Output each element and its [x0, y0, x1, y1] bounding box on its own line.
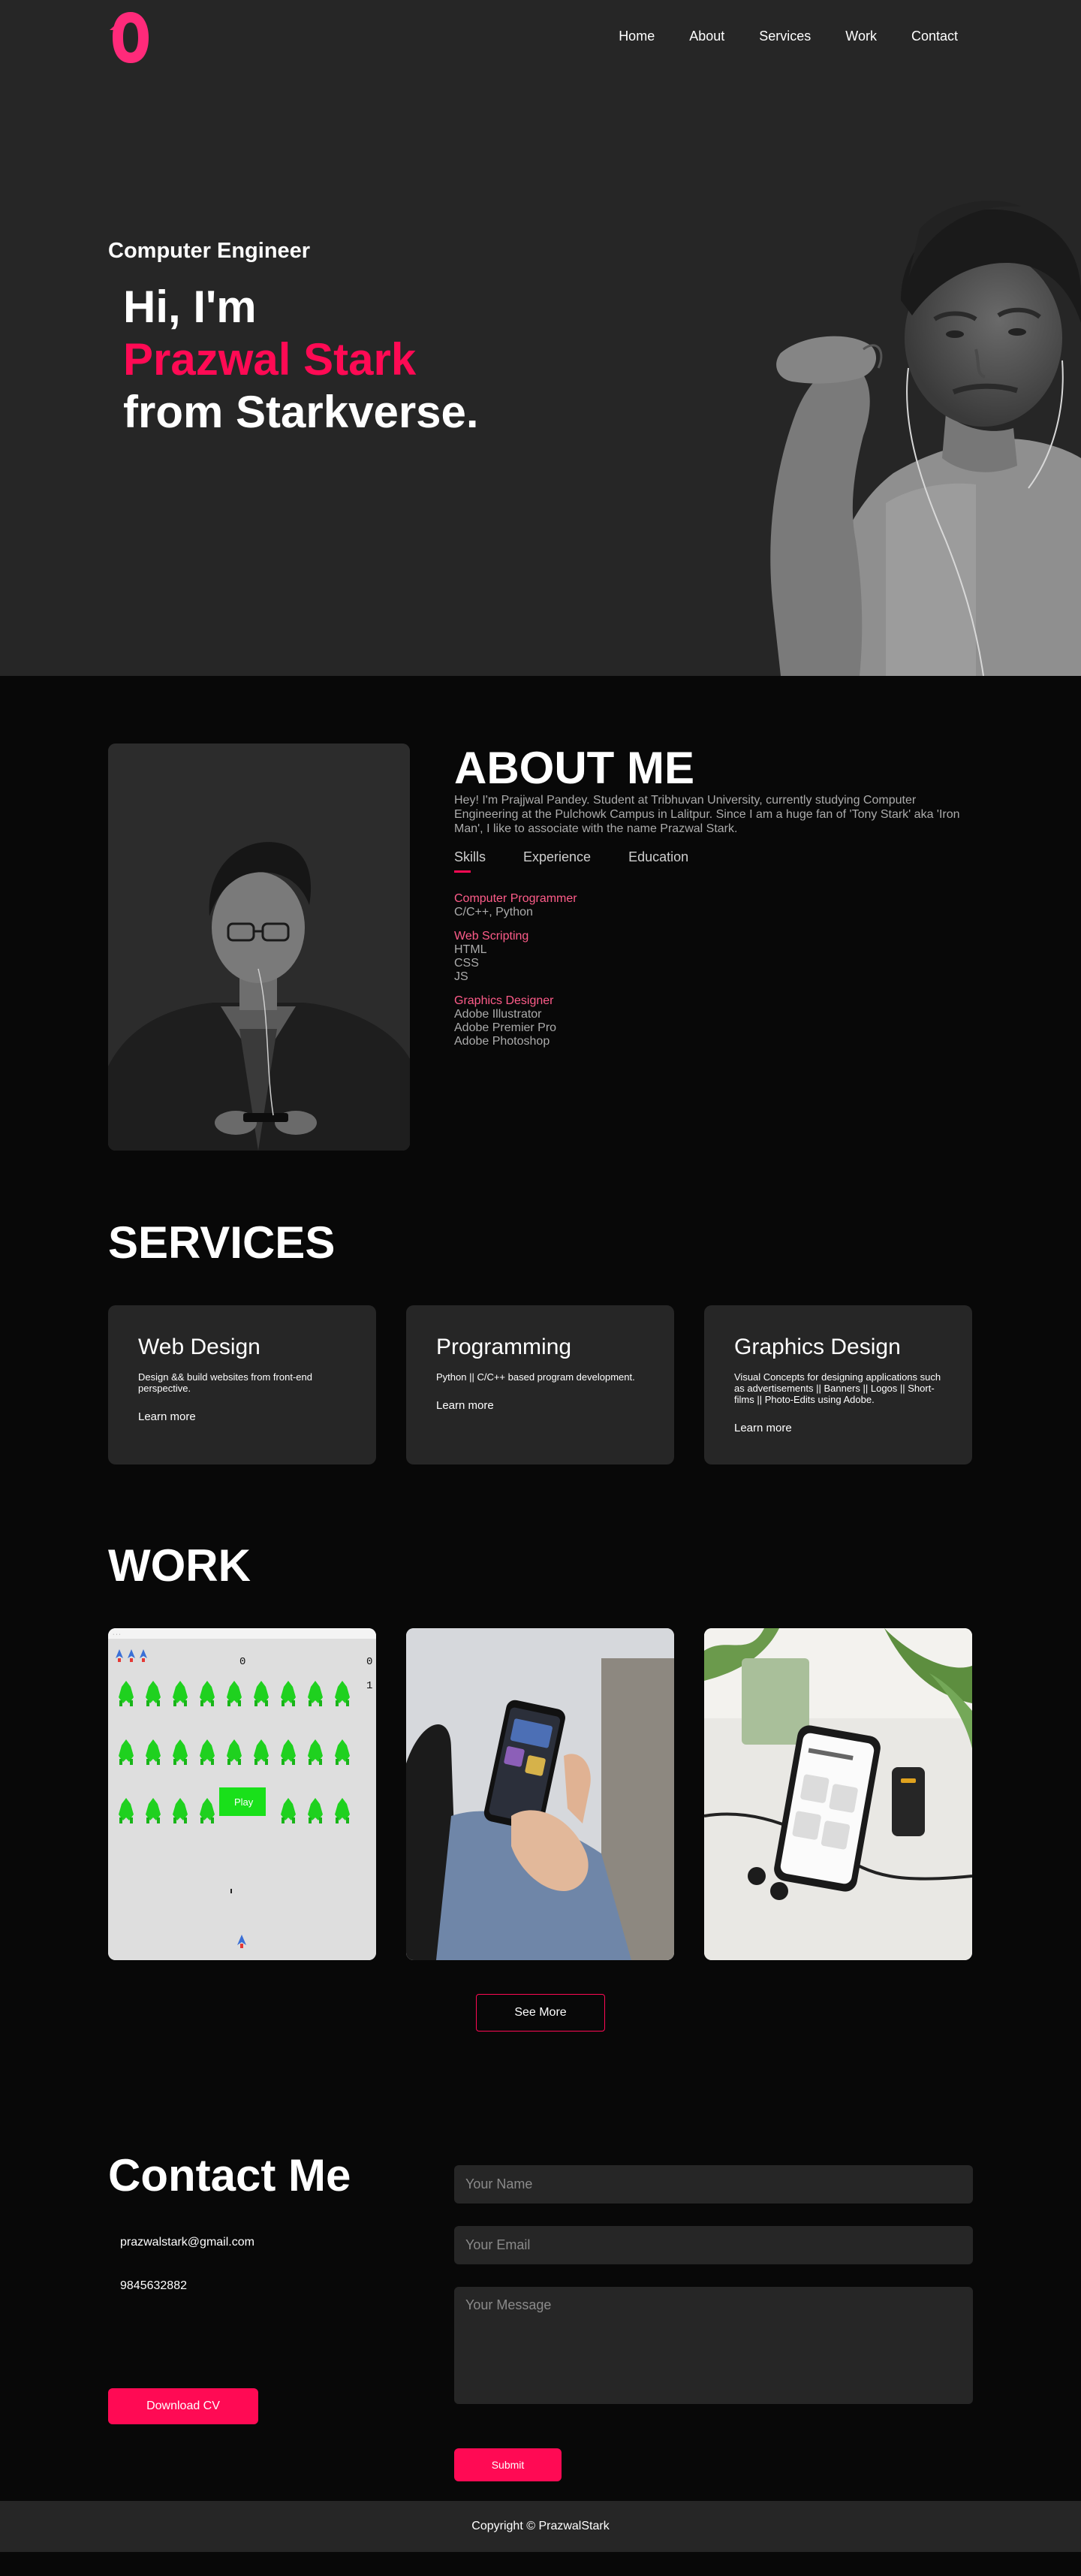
- service-card: Web Design Design && build websites from…: [108, 1305, 376, 1464]
- about-section: ABOUT ME Hey! I'm Prajjwal Pandey. Stude…: [0, 676, 1081, 1217]
- skill-item: C/C++, Python: [454, 906, 533, 918]
- work-section: WORK · · · 0 0 1 Play See More: [0, 1540, 1081, 2140]
- skill-group: Web Scripting HTML CSS JS: [454, 930, 972, 984]
- work-title: WORK: [108, 1540, 251, 1591]
- learn-more-link[interactable]: Learn more: [436, 1399, 494, 1412]
- skill-item: Adobe Illustrator: [454, 1008, 542, 1021]
- tab-education[interactable]: Education: [628, 849, 688, 873]
- nav-links: Home About Services Work Contact: [619, 29, 958, 44]
- work-item-ui-design[interactable]: [704, 1628, 972, 1960]
- work-item-game[interactable]: · · · 0 0 1 Play: [108, 1628, 376, 1960]
- copyright-text: Copyright © PrazwalStark: [471, 2520, 610, 2532]
- contact-title: Contact Me: [108, 2150, 351, 2200]
- skill-heading: Graphics Designer: [454, 994, 554, 1007]
- nav-about[interactable]: About: [689, 29, 724, 44]
- tab-experience[interactable]: Experience: [523, 849, 591, 873]
- nav-home[interactable]: Home: [619, 29, 655, 44]
- skill-item: Adobe Premier Pro: [454, 1021, 557, 1034]
- service-title: Programming: [436, 1335, 572, 1359]
- hero-name: Prazwal Stark: [123, 334, 417, 385]
- skill-item: Adobe Photoshop: [454, 1035, 550, 1048]
- service-title: Web Design: [138, 1335, 260, 1359]
- skill-heading: Computer Programmer: [454, 892, 577, 905]
- service-desc: Visual Concepts for designing applicatio…: [734, 1371, 941, 1405]
- game-lives: 1: [366, 1680, 372, 1692]
- about-content: ABOUT ME Hey! I'm Prajjwal Pandey. Stude…: [454, 744, 972, 1048]
- work-item-mobile-app[interactable]: [406, 1628, 674, 1960]
- nav-services[interactable]: Services: [759, 29, 811, 44]
- skill-group: Graphics Designer Adobe Illustrator Adob…: [454, 994, 972, 1048]
- nav-contact[interactable]: Contact: [911, 29, 958, 44]
- download-cv-button[interactable]: Download CV: [108, 2388, 258, 2424]
- hero-portrait: [770, 201, 1081, 676]
- about-title: ABOUT ME: [454, 743, 694, 793]
- name-field[interactable]: [454, 2165, 973, 2203]
- service-card: Programming Python || C/C++ based progra…: [406, 1305, 674, 1464]
- game-score-right: 0: [366, 1656, 372, 1668]
- contact-section: Contact Me prazwalstark@gmail.com 984563…: [0, 2140, 1081, 2501]
- svg-text:· · ·: · · ·: [113, 1632, 121, 1637]
- nav-work[interactable]: Work: [845, 29, 877, 44]
- service-desc: Python || C/C++ based program developmen…: [436, 1371, 635, 1383]
- navbar: Home About Services Work Contact: [0, 0, 1081, 75]
- game-score-left: 0: [239, 1656, 245, 1668]
- email-field[interactable]: [454, 2226, 973, 2264]
- logo-icon[interactable]: [108, 8, 153, 68]
- skill-item: HTML: [454, 943, 487, 956]
- message-field[interactable]: [454, 2287, 973, 2404]
- learn-more-link[interactable]: Learn more: [734, 1422, 792, 1434]
- skill-group: Computer Programmer C/C++, Python: [454, 892, 972, 919]
- services-cards: Web Design Design && build websites from…: [108, 1305, 972, 1464]
- about-text: Hey! I'm Prajjwal Pandey. Student at Tri…: [454, 794, 960, 835]
- submit-button[interactable]: Submit: [454, 2448, 562, 2481]
- tab-skills[interactable]: Skills: [454, 849, 486, 873]
- footer: Copyright © PrazwalStark: [0, 2501, 1081, 2552]
- skill-item: CSS: [454, 957, 479, 970]
- hero-subtitle: Computer Engineer: [108, 239, 311, 263]
- skill-item: JS: [454, 970, 468, 983]
- service-title: Graphics Design: [734, 1335, 901, 1359]
- game-play-button[interactable]: Play: [234, 1796, 254, 1808]
- hero-section: Home About Services Work Contact Compute…: [0, 0, 1081, 676]
- hero-origin: from Starkverse.: [123, 387, 479, 437]
- services-title: SERVICES: [108, 1217, 336, 1268]
- service-card: Graphics Design Visual Concepts for desi…: [704, 1305, 972, 1464]
- hero-title: Hi, I'm Prazwal Stark from Starkverse.: [123, 281, 479, 439]
- contact-email[interactable]: prazwalstark@gmail.com: [120, 2236, 254, 2249]
- hero-greeting: Hi, I'm: [123, 282, 257, 332]
- service-desc: Design && build websites from front-end …: [138, 1371, 312, 1394]
- skill-heading: Web Scripting: [454, 930, 529, 943]
- learn-more-link[interactable]: Learn more: [138, 1410, 196, 1423]
- contact-phone[interactable]: 9845632882: [120, 2279, 187, 2293]
- work-gallery: · · · 0 0 1 Play: [108, 1628, 972, 1960]
- about-photo: [108, 744, 410, 1151]
- about-tabs: Skills Experience Education: [454, 849, 972, 873]
- services-section: SERVICES Web Design Design && build webs…: [0, 1217, 1081, 1540]
- see-more-button[interactable]: See More: [476, 1994, 605, 2032]
